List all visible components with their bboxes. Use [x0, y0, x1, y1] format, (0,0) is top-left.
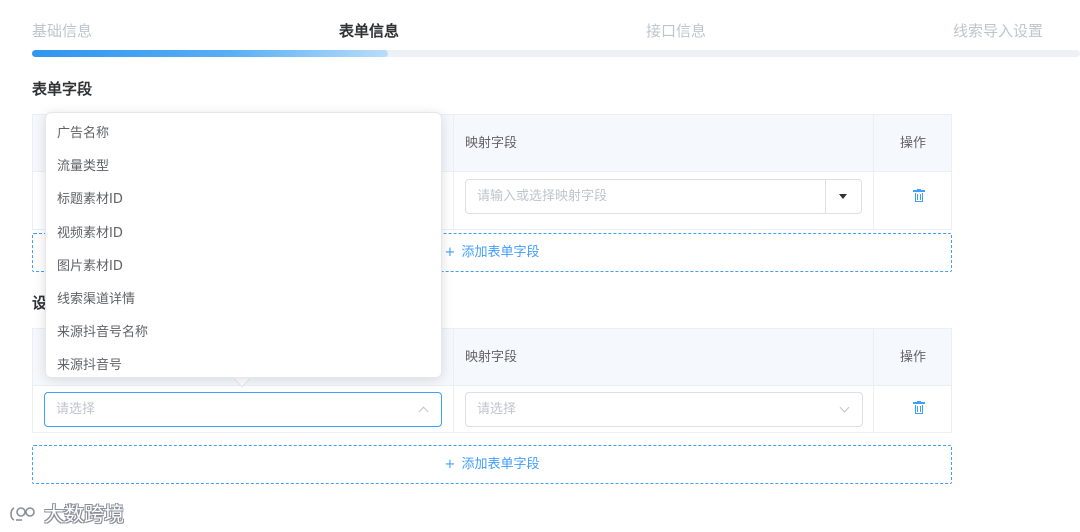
trash-icon[interactable]: [913, 189, 925, 202]
mapping-field-combobox[interactable]: 请输入或选择映射字段: [465, 179, 862, 214]
add-form-field-button-2[interactable]: + 添加表单字段: [32, 445, 952, 484]
dropdown-option[interactable]: 标题素材ID: [46, 183, 441, 216]
add-form-field-label: 添加表单字段: [461, 457, 540, 472]
mapping-dropdown-button[interactable]: [825, 180, 861, 213]
dropdown-option[interactable]: 流量类型: [46, 150, 441, 183]
chevron-up-icon: [418, 406, 429, 417]
field-dropdown-menu: 广告名称 流量类型 标题素材ID 视频素材ID 图片素材ID 线索渠道详情 来源…: [45, 112, 442, 378]
column-header-action: 操作: [900, 136, 927, 151]
field-select[interactable]: 请选择: [44, 392, 442, 427]
step-lead-import-settings[interactable]: 线索导入设置: [953, 20, 1043, 41]
step-progress-fill: [32, 50, 388, 57]
add-form-field-label: 添加表单字段: [461, 245, 540, 260]
mapping-select-placeholder: 请选择: [477, 402, 517, 417]
field-select-placeholder: 请选择: [56, 402, 96, 417]
column-header-mapping: 映射字段: [465, 350, 518, 365]
column-divider: [873, 329, 874, 432]
dropdown-option[interactable]: 来源抖音号名称: [46, 316, 441, 349]
caret-down-icon: [839, 194, 847, 199]
steps-bar: 基础信息 表单信息 接口信息 线索导入设置: [0, 0, 1080, 60]
step-basic-info[interactable]: 基础信息: [32, 20, 92, 41]
watermark: 大数跨境: [8, 498, 124, 527]
trash-icon[interactable]: [913, 401, 925, 414]
mapping-field-placeholder: 请输入或选择映射字段: [477, 189, 608, 204]
dropdown-option[interactable]: 来源抖音号: [46, 349, 441, 382]
dropdown-option[interactable]: 广告名称: [46, 117, 441, 150]
mapping-field-select[interactable]: 请选择: [465, 392, 863, 427]
plus-icon: +: [444, 245, 456, 260]
column-divider: [873, 115, 874, 229]
step-form-info[interactable]: 表单信息: [339, 20, 399, 41]
column-divider: [453, 115, 454, 229]
column-header-mapping: 映射字段: [465, 136, 518, 151]
column-header-action: 操作: [900, 350, 927, 365]
dropdown-option[interactable]: 视频素材ID: [46, 217, 441, 250]
step-api-info[interactable]: 接口信息: [646, 20, 706, 41]
column-divider: [453, 329, 454, 432]
plus-icon: +: [444, 457, 456, 472]
dropdown-option[interactable]: 图片素材ID: [46, 250, 441, 283]
watermark-logo-icon: [10, 507, 35, 521]
chevron-down-icon: [839, 402, 850, 413]
dropdown-option[interactable]: 线索渠道详情: [46, 283, 441, 316]
watermark-text: 大数跨境: [44, 502, 124, 526]
section-title-form-fields: 表单字段: [32, 80, 93, 98]
